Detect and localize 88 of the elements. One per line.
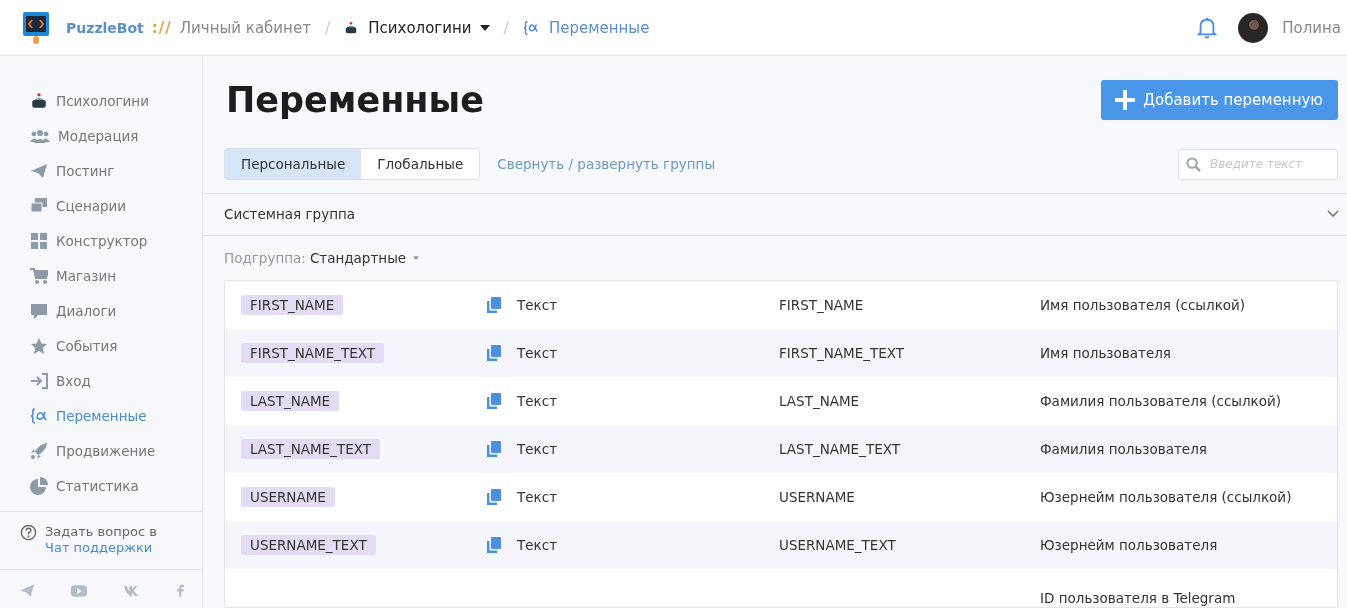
variable-tag[interactable]: LAST_NAME [241,391,340,412]
search-icon [1186,156,1201,172]
pie-chart-icon [30,476,48,495]
grid-icon [30,231,48,250]
table-cell: Текст [517,441,557,457]
table-cell: USERNAME [779,489,855,506]
breadcrumb-link[interactable]: Психологини [344,18,490,37]
caret-icon [479,24,490,31]
video-play-icon [71,584,87,597]
table-cell: Имя пользователя [1040,345,1171,362]
variable-tag[interactable]: FIRST_NAME [241,295,344,316]
table-cell: Текст [517,297,557,313]
paper-plane-icon [20,584,34,597]
envelope-icon [30,196,48,215]
group-title: Системная группа [224,206,356,223]
table-cell: Текст [517,393,557,409]
breadcrumb-separator: / [503,18,509,37]
puzzle-logo-icon [20,9,52,46]
variable-tag[interactable]: LAST_NAME_TEXT [241,439,380,460]
sidebar-item[interactable]: События [30,328,202,363]
table-cell: ID пользователя в Telegram [1040,590,1236,606]
table-cell: Юзернейм пользователя [1040,537,1218,554]
table-cell: Юзернейм пользователя (ссылкой) [1040,489,1292,506]
avatar [1238,12,1269,43]
bot-icon [30,91,48,110]
paper-plane-icon [30,161,48,180]
breadcrumb-link[interactable]: Переменные [522,18,650,37]
table-cell: Фамилия пользователя (ссылкой) [1040,393,1282,410]
sidebar-item[interactable]: Диалоги [30,293,202,328]
search-field[interactable]: Введите текст [1178,148,1338,180]
sidebar-item[interactable]: Вход [30,363,202,398]
subgroup-label: Подгруппа: [224,249,306,266]
sidebar-item[interactable]: Переменные [30,398,202,433]
sidebar-item[interactable]: Сценарии [30,188,202,223]
sidebar-item[interactable]: Конструктор [30,223,202,258]
table-cell: Текст [517,537,557,553]
sidebar-item[interactable]: Продвижение [30,433,202,468]
login-icon [30,371,48,390]
vk-icon [124,585,140,596]
table-cell: Фамилия пользователя [1040,441,1207,458]
star-icon [30,336,48,355]
table-cell: LAST_NAME_TEXT [779,441,900,458]
brand-name: PuzzleBot [66,19,144,36]
chat-icon [30,301,48,320]
brand-separator: :// [151,18,172,37]
tab[interactable]: Глобальные [361,149,480,180]
bot-icon [344,20,359,35]
help-text: Задать вопрос в Чат поддержки [45,524,158,556]
sidebar-item[interactable]: Психологини [30,83,202,118]
alpha-icon [30,406,48,425]
copy-icon [487,537,501,553]
user-name[interactable]: Полина [1282,18,1341,37]
breadcrumb-link[interactable]: Личный кабинет [179,18,311,37]
copy-icon [487,393,501,409]
sidebar-item[interactable]: Постинг [30,153,202,188]
group-header[interactable]: Системная группа [203,192,1347,236]
copy-icon [487,489,501,505]
variable-tag[interactable]: USERNAME [241,487,335,508]
sidebar-item[interactable]: Магазин [30,258,202,293]
table-cell: Текст [517,489,557,505]
variable-tag[interactable]: USERNAME_TEXT [241,535,376,556]
copy-icon [487,345,501,361]
table-cell: Имя пользователя (ссылкой) [1040,297,1246,314]
tab[interactable]: Персональные [225,149,362,180]
copy-icon [487,441,501,457]
plus-icon [1115,90,1136,111]
table-cell: FIRST_NAME [779,297,864,314]
copy-icon [487,297,501,313]
table-cell: LAST_NAME [779,393,860,410]
bell-icon [1196,15,1219,40]
variable-tag[interactable]: FIRST_NAME_TEXT [241,343,384,364]
table-cell: USERNAME_TEXT [779,537,896,554]
sidebar-item[interactable]: Модерация [30,118,202,153]
add-variable-button[interactable]: Добавить переменную [1101,80,1338,121]
breadcrumb-separator: / [324,18,331,37]
subgroup-dropdown[interactable]: Стандартные [309,249,420,266]
rocket-icon [30,441,48,460]
table-cell: Текст [517,345,557,361]
collapse-expand-link[interactable]: Свернуть / развернуть группы [497,156,716,173]
caret-icon [413,255,420,260]
facebook-icon [177,584,184,597]
cart-icon [30,266,48,285]
sidebar-item[interactable]: Статистика [30,468,202,503]
table-cell: FIRST_NAME_TEXT [779,345,904,362]
question-icon [20,524,37,541]
page-title: Переменные [225,80,484,121]
support-chat-link[interactable]: Чат поддержки [45,540,153,555]
alpha-icon [522,19,539,36]
